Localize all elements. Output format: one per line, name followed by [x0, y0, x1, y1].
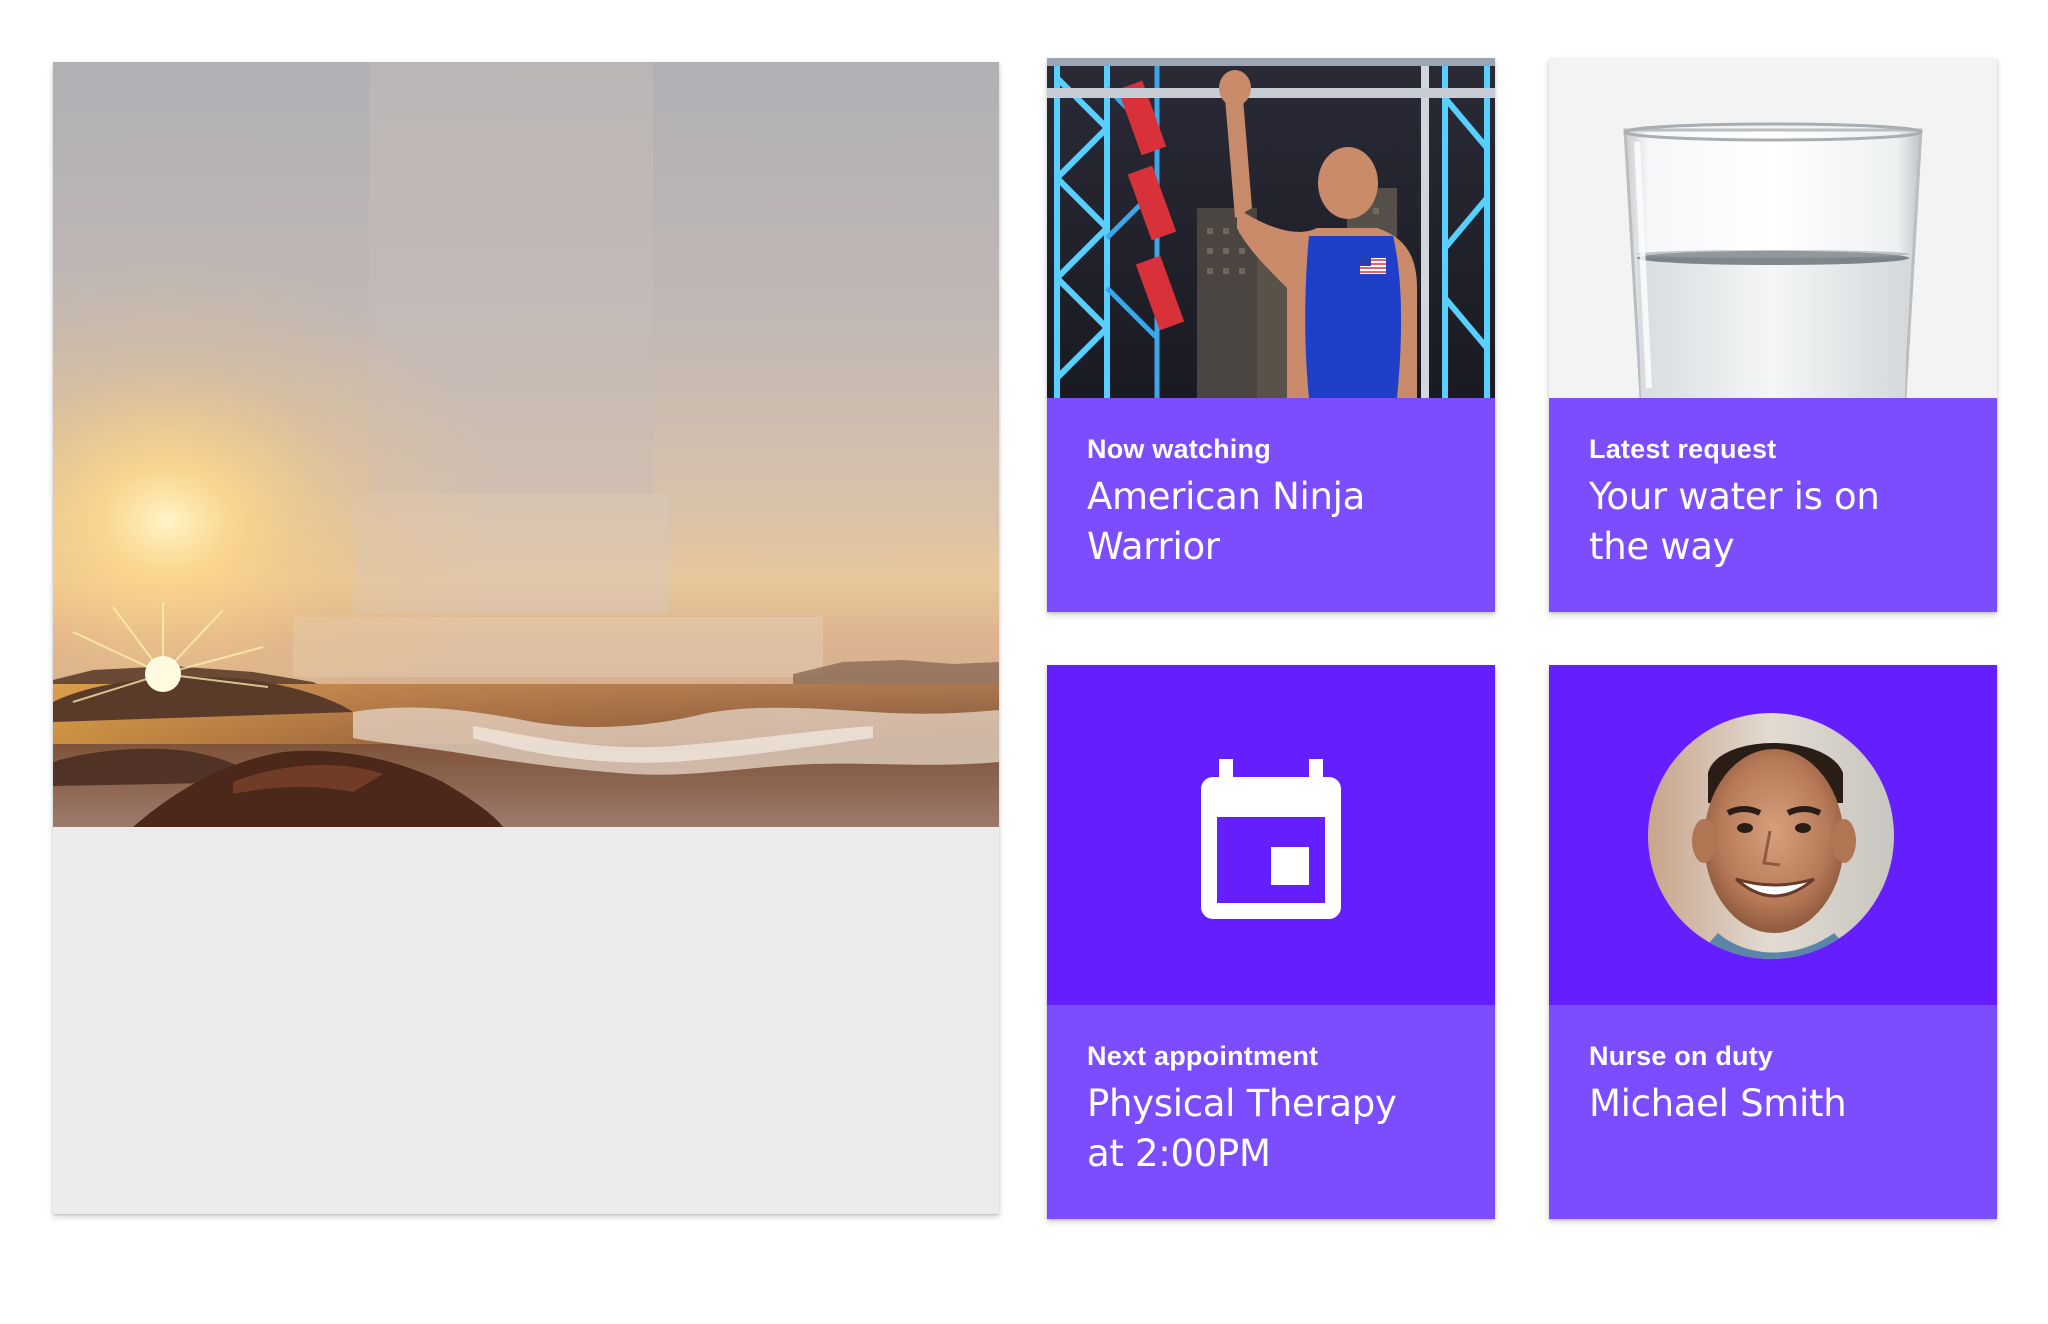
- ninja-warrior-photo: [1047, 58, 1495, 398]
- nurse-media: [1549, 665, 1997, 1005]
- calendar-icon: [1201, 759, 1341, 919]
- tile-headline: American Ninja Warrior: [1087, 475, 1365, 568]
- hero-card-body: [53, 827, 999, 1214]
- tile-eyebrow: Latest request: [1589, 434, 1777, 464]
- tile-eyebrow: Next appointment: [1087, 1041, 1319, 1071]
- next-appointment-caption: Next appointment Physical Therapy at 2:0…: [1047, 1005, 1495, 1219]
- now-watching-caption: Now watching American Ninja Warrior: [1047, 398, 1495, 612]
- next-appointment-tile[interactable]: Next appointment Physical Therapy at 2:0…: [1047, 665, 1495, 1219]
- latest-request-caption: Latest request Your water is on the way: [1549, 398, 1997, 612]
- tile-eyebrow: Nurse on duty: [1589, 1041, 1774, 1071]
- sunset-ocean-photo: [53, 62, 999, 827]
- nurse-on-duty-tile[interactable]: Nurse on duty Michael Smith: [1549, 665, 1997, 1219]
- nurse-on-duty-caption: Nurse on duty Michael Smith: [1549, 1005, 1997, 1219]
- tile-eyebrow: Now watching: [1087, 434, 1271, 464]
- water-glass-photo: [1549, 58, 1997, 398]
- appointment-media: [1047, 665, 1495, 1005]
- latest-request-tile[interactable]: Latest request Your water is on the way: [1549, 58, 1997, 612]
- tile-headline: Physical Therapy at 2:00PM: [1087, 1082, 1397, 1175]
- now-watching-tile[interactable]: Now watching American Ninja Warrior: [1047, 58, 1495, 612]
- nurse-avatar: [1648, 713, 1894, 959]
- tile-headline: Michael Smith: [1589, 1082, 1847, 1125]
- tile-headline: Your water is on the way: [1589, 475, 1880, 568]
- hero-card[interactable]: [53, 62, 999, 1214]
- dashboard: Now watching American Ninja Warrior Late…: [0, 0, 2048, 1324]
